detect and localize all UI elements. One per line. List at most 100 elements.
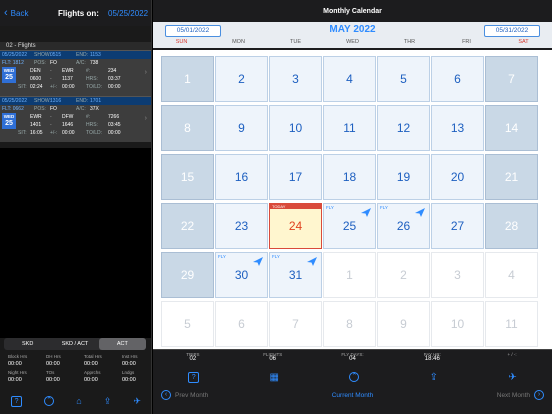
calendar-icon[interactable]: ▦	[270, 372, 279, 383]
weekday-label: MON	[232, 39, 245, 45]
day-number: 6	[454, 72, 461, 86]
hrs-label: Lndgs	[122, 369, 135, 375]
calendar-day[interactable]: TODAY 24	[269, 203, 322, 249]
calendar-day[interactable]: 29	[161, 252, 214, 298]
help-icon[interactable]: ?	[11, 395, 23, 407]
calendar-day[interactable]: 9	[215, 105, 268, 151]
ac-value: 738	[90, 60, 99, 66]
calendar-day[interactable]: 2	[215, 56, 268, 102]
pos-value: FO	[50, 60, 57, 66]
calendar-day[interactable]: 15	[161, 154, 214, 200]
calendar-day[interactable]: FLY 30	[215, 252, 268, 298]
calendar-day[interactable]: 5	[161, 301, 214, 347]
fly-label: FLY	[326, 205, 334, 210]
share-icon[interactable]: ⇪	[430, 372, 438, 383]
hrs-value: 00:00	[8, 377, 22, 383]
weekday-label: WED	[346, 39, 359, 45]
airport-icon[interactable]: ✈	[508, 372, 516, 383]
hrs-value: 03:45	[108, 122, 121, 128]
calendar-day[interactable]: 13	[431, 105, 484, 151]
calendar-day[interactable]: 22	[161, 203, 214, 249]
next-month-button[interactable]: Next Month ›	[497, 390, 544, 400]
help-icon[interactable]: ?	[188, 371, 200, 383]
calendar-day[interactable]: 8	[323, 301, 376, 347]
back-button[interactable]: ‹ Back	[4, 8, 28, 19]
calendar-day[interactable]: 7	[269, 301, 322, 347]
calendar-day[interactable]: FLY 26	[377, 203, 430, 249]
seg-skd[interactable]: SKD	[4, 338, 51, 350]
chevron-right-icon: ›	[144, 69, 147, 76]
calendar-day[interactable]: 12	[377, 105, 430, 151]
calendar-day[interactable]: 6	[215, 301, 268, 347]
calendar-day[interactable]: 11	[485, 301, 538, 347]
calendar-day[interactable]: 18	[323, 154, 376, 200]
pos-label: POS:	[34, 60, 46, 66]
flight-card[interactable]: 05/25/2022 SHOW: 1316 END: 1701 FLT: 066…	[0, 96, 151, 142]
to-airport: DFW	[62, 114, 74, 120]
calendar-day[interactable]: 21	[485, 154, 538, 200]
end-date-field[interactable]: 05/31/2022	[484, 25, 540, 37]
calendar-grid: 1 2 3 4 5 6 7 8 9 10 11 12 13 14 15 16 17 18 19 20 21 22 23 TOD…	[153, 50, 552, 350]
day-number: 11	[505, 317, 518, 331]
calendar-day[interactable]: 17	[269, 154, 322, 200]
chevron-right-icon: ›	[144, 115, 147, 122]
pos-value: FO	[50, 106, 57, 112]
ac-label: A/C:	[76, 60, 86, 66]
up-circle-icon[interactable]: ⌃	[44, 396, 55, 406]
calendar-day[interactable]: 6	[431, 56, 484, 102]
calendar-day[interactable]: FLY 31	[269, 252, 322, 298]
calendar-day[interactable]: 3	[269, 56, 322, 102]
calendar-day[interactable]: 1	[161, 56, 214, 102]
calendar-day[interactable]: 16	[215, 154, 268, 200]
day-number: 29	[180, 268, 195, 282]
calendar-day[interactable]: 28	[485, 203, 538, 249]
seg-skd-act[interactable]: SKD / ACT	[51, 338, 98, 350]
day-number: 30	[234, 268, 249, 282]
calendar-day[interactable]: 4	[323, 56, 376, 102]
calendar-day[interactable]: 11	[323, 105, 376, 151]
from-airport: DEN	[30, 68, 41, 74]
num-label: #:	[86, 114, 91, 120]
calendar-day[interactable]: 9	[377, 301, 430, 347]
calendar-day[interactable]: 20	[431, 154, 484, 200]
told-label: TO/LD:	[86, 84, 103, 90]
sit-label: SIT:	[18, 84, 27, 90]
calendar-day[interactable]: 3	[431, 252, 484, 298]
today-label: TODAY	[270, 204, 321, 209]
calendar-day[interactable]: 2	[377, 252, 430, 298]
day-number: 6	[238, 317, 245, 331]
current-month-button[interactable]: Current Month	[153, 392, 552, 399]
calendar-day[interactable]: 14	[485, 105, 538, 151]
flight-card[interactable]: 05/25/2022 SHOW: 0515 END: 1153 FLT: 181…	[0, 50, 151, 96]
calendar-panel: Monthly Calendar 05/01/2022 MAY 2022 05/…	[153, 0, 552, 414]
calendar-day[interactable]: 1	[323, 252, 376, 298]
home-icon[interactable]: ⌂	[76, 396, 81, 406]
share-icon[interactable]: ⇪	[104, 396, 112, 407]
calendar-day[interactable]: 10	[431, 301, 484, 347]
fly-label: FLY	[380, 205, 388, 210]
calendar-day[interactable]: 7	[485, 56, 538, 102]
up-circle-icon[interactable]: ⌃	[349, 372, 360, 382]
calendar-day[interactable]: 4	[485, 252, 538, 298]
flights-on-date[interactable]: 05/25/2022	[108, 9, 148, 18]
seg-act[interactable]: ACT	[98, 338, 146, 350]
pm-value: 00:00	[62, 130, 75, 136]
calendar-day[interactable]: 8	[161, 105, 214, 151]
calendar-day[interactable]: 19	[377, 154, 430, 200]
hrs-value: 00:00	[122, 361, 136, 367]
calendar-day[interactable]: 5	[377, 56, 430, 102]
day-number: 16	[234, 170, 249, 184]
plane-icon	[415, 208, 425, 217]
calendar-day[interactable]: 10	[269, 105, 322, 151]
calendar-day[interactable]: 27	[431, 203, 484, 249]
stat-fly-days: FLY DAYS: 04	[341, 352, 364, 362]
weekday-label: TUE	[290, 39, 301, 45]
calendar-day[interactable]: 23	[215, 203, 268, 249]
airport-icon[interactable]: ✈	[133, 396, 141, 407]
hours-summary: Block Hrs DH Hrs Total Hrs Inst Hrs 00:0…	[0, 352, 152, 386]
stat-trips: TRIPS 02	[186, 352, 200, 362]
arr-time: 1137	[62, 76, 73, 82]
calendar-day[interactable]: FLY 25	[323, 203, 376, 249]
stat-plus-minus: + / -:	[507, 352, 517, 357]
told-label: TO/LD:	[86, 130, 103, 136]
